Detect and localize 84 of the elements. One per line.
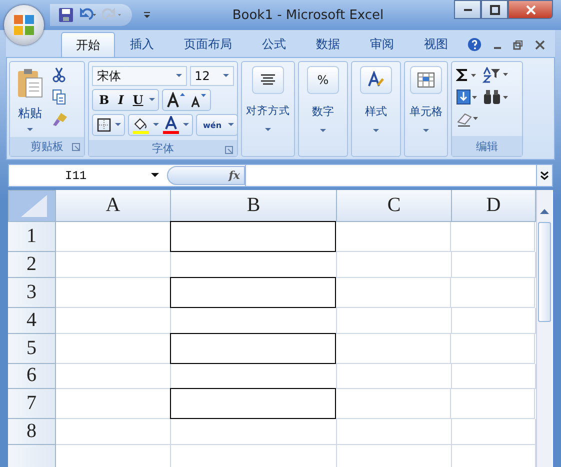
close-button[interactable] bbox=[508, 0, 553, 19]
column-header[interactable]: B bbox=[171, 190, 337, 222]
undo-icon[interactable] bbox=[77, 8, 99, 22]
row-header[interactable]: 3 bbox=[8, 278, 56, 308]
font-size-field[interactable]: 12 bbox=[190, 66, 234, 86]
sum-icon[interactable] bbox=[456, 68, 478, 82]
eraser-icon[interactable] bbox=[456, 111, 480, 127]
close-icon bbox=[526, 4, 536, 14]
fill-bucket-icon[interactable] bbox=[132, 116, 150, 134]
dropdown-arrow-icon bbox=[373, 129, 379, 133]
dropdown-arrow-icon bbox=[423, 129, 429, 133]
ribbon-tab[interactable]: 开始 bbox=[61, 32, 115, 57]
clipboard-icon bbox=[16, 67, 44, 99]
group-label: 编辑 bbox=[476, 138, 498, 154]
font-color-icon[interactable] bbox=[162, 116, 180, 134]
restore-icon[interactable] bbox=[513, 40, 523, 50]
office-logo-icon bbox=[12, 13, 36, 37]
scrollbar-thumb[interactable] bbox=[538, 222, 551, 322]
close-icon[interactable] bbox=[535, 40, 545, 50]
column-header[interactable]: C bbox=[337, 190, 452, 222]
row-header[interactable]: 2 bbox=[8, 252, 56, 278]
dropdown-arrow-icon bbox=[223, 74, 229, 78]
ribbon-tab[interactable]: 公式 bbox=[247, 32, 301, 57]
group-label: 字体 bbox=[152, 140, 174, 156]
row-header[interactable]: 4 bbox=[8, 308, 56, 334]
brush-icon[interactable] bbox=[52, 111, 68, 127]
table-cell[interactable] bbox=[170, 388, 336, 420]
up-arrow-icon[interactable] bbox=[540, 209, 549, 215]
expand-button[interactable] bbox=[536, 165, 552, 186]
binoculars-icon[interactable] bbox=[482, 89, 510, 105]
name-box[interactable]: I11 bbox=[9, 165, 167, 186]
window-title: Book1 - Microsoft Excel bbox=[231, 8, 385, 22]
maximize-button[interactable] bbox=[481, 0, 508, 19]
ribbon-tab[interactable]: 插入 bbox=[115, 32, 169, 57]
paste-button[interactable]: 粘贴 bbox=[14, 65, 46, 134]
grow-font-icon[interactable] bbox=[166, 92, 186, 108]
font-style-button[interactable]: U bbox=[130, 93, 146, 107]
font-style-button[interactable]: B bbox=[96, 93, 112, 107]
row-header[interactable]: 1 bbox=[8, 222, 56, 252]
minimize-button[interactable] bbox=[454, 0, 481, 19]
row-header[interactable]: 5 bbox=[8, 334, 56, 364]
dropdown-arrow-icon[interactable] bbox=[151, 173, 159, 178]
dropdown-arrow-icon bbox=[265, 128, 271, 132]
font-name-field[interactable]: 宋体 bbox=[92, 66, 187, 86]
table-cell[interactable] bbox=[170, 332, 336, 364]
group-label: 剪贴板 bbox=[30, 139, 64, 154]
help-icon[interactable] bbox=[467, 37, 482, 52]
minimize-icon bbox=[464, 8, 472, 10]
ribbon-tab[interactable]: 页面布局 bbox=[169, 32, 247, 57]
dropdown-arrow-icon bbox=[27, 128, 33, 132]
percent-icon: % bbox=[307, 66, 339, 94]
sort-filter-icon[interactable] bbox=[482, 67, 510, 83]
launcher-icon[interactable] bbox=[72, 143, 80, 151]
double-chevron-icon bbox=[540, 170, 549, 180]
column-header[interactable]: A bbox=[56, 190, 171, 222]
minimize-icon[interactable] bbox=[494, 46, 501, 48]
table-cell[interactable] bbox=[170, 221, 336, 252]
select-all-button[interactable] bbox=[8, 190, 56, 222]
vertical-scrollbar[interactable] bbox=[536, 190, 552, 467]
row-header[interactable]: 8 bbox=[8, 419, 56, 446]
row-header[interactable]: 7 bbox=[8, 389, 56, 420]
maximize-icon bbox=[490, 4, 500, 14]
dropdown-arrow-icon bbox=[320, 129, 326, 133]
cut-icon[interactable] bbox=[52, 67, 66, 83]
ribbon-tab[interactable]: 数据 bbox=[301, 32, 355, 57]
customize-icon[interactable] bbox=[142, 10, 152, 20]
styles-icon bbox=[360, 66, 392, 94]
fill-down-icon[interactable] bbox=[456, 89, 478, 105]
table-cell[interactable] bbox=[170, 276, 336, 308]
font-style-button[interactable]: I bbox=[115, 93, 127, 107]
row-header[interactable]: 6 bbox=[8, 364, 56, 390]
borders-icon[interactable] bbox=[96, 117, 112, 133]
table-grid-icon bbox=[410, 66, 442, 94]
shrink-font-icon[interactable] bbox=[189, 92, 208, 108]
row-header[interactable] bbox=[8, 445, 56, 467]
ribbon-tab[interactable]: 审阅 bbox=[355, 32, 409, 57]
column-header[interactable]: D bbox=[452, 190, 536, 222]
align-lines-icon bbox=[252, 66, 284, 94]
save-icon[interactable] bbox=[58, 7, 74, 23]
ribbon-tab[interactable]: 视图 bbox=[409, 32, 463, 57]
dropdown-arrow-icon bbox=[176, 74, 182, 78]
insert-function-button[interactable]: fx bbox=[167, 166, 245, 185]
launcher-icon[interactable] bbox=[225, 146, 233, 154]
copy-icon[interactable] bbox=[52, 89, 66, 105]
